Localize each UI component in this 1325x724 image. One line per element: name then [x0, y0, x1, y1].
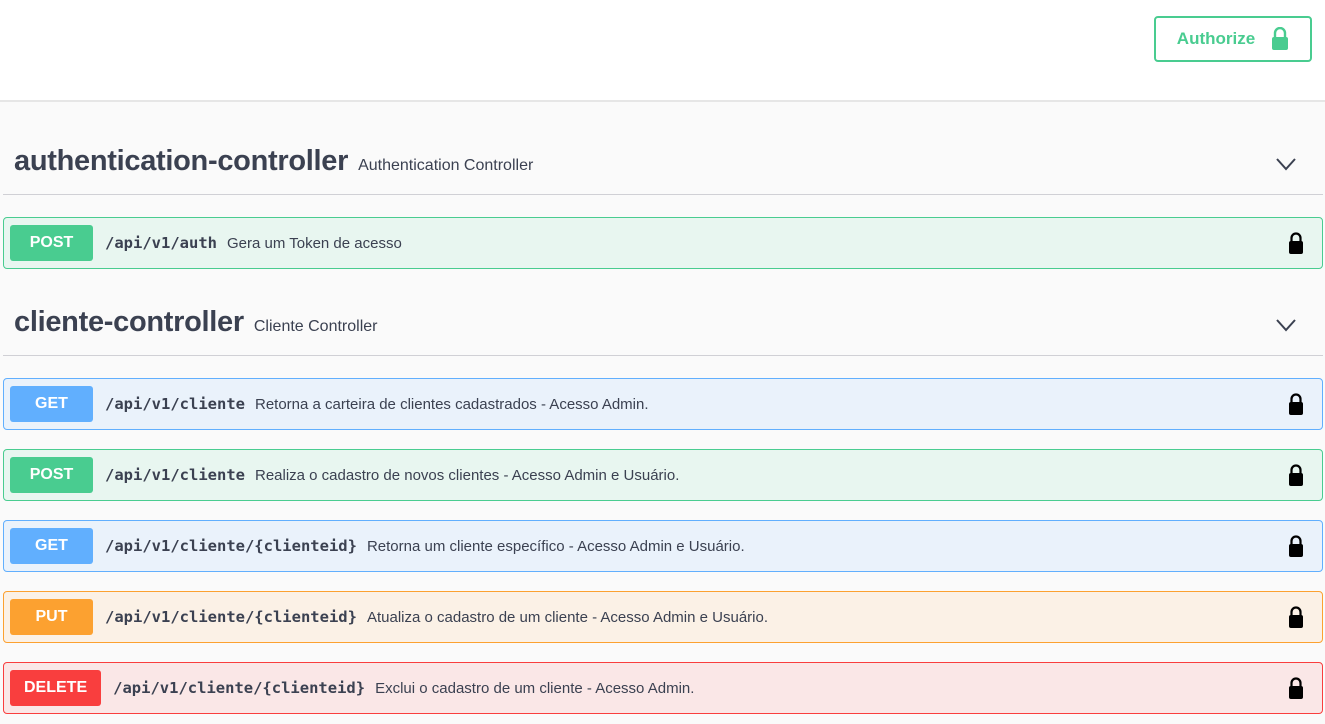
operation-path: /api/v1/auth [105, 234, 217, 252]
operation-summary: Gera um Token de acesso [226, 234, 402, 252]
operation-get-cliente-by-id[interactable]: GET /api/v1/cliente/{clienteid} Retorna … [3, 520, 1323, 572]
operation-summary: Atualiza o cadastro de um cliente - Aces… [366, 608, 769, 626]
method-badge: DELETE [10, 670, 102, 706]
tag-authentication-controller[interactable]: authentication-controller Authentication… [3, 145, 1323, 195]
operation-post-cliente[interactable]: POST /api/v1/cliente Realiza o cadastro … [3, 449, 1323, 501]
operation-put-cliente[interactable]: PUT /api/v1/cliente/{clienteid} Atualiza… [3, 591, 1323, 643]
operation-post-auth[interactable]: POST /api/v1/auth Gera um Token de acess… [3, 217, 1323, 269]
operation-summary: Retorna a carteira de clientes cadastrad… [254, 395, 649, 413]
operation-path: /api/v1/cliente [105, 395, 245, 413]
lock-icon[interactable] [1288, 463, 1304, 487]
operation-path: /api/v1/cliente/{clienteid} [113, 679, 366, 697]
operation-path: /api/v1/cliente/{clienteid} [105, 608, 357, 626]
authorize-label: Authorize [1176, 29, 1256, 48]
operation-get-clientes[interactable]: GET /api/v1/cliente Retorna a carteira d… [3, 378, 1323, 430]
operation-path: /api/v1/cliente/{clienteid} [105, 537, 357, 555]
chevron-down-icon[interactable] [1275, 157, 1297, 171]
method-badge: GET [10, 386, 93, 422]
method-badge: PUT [10, 599, 93, 635]
tag-description: Authentication Controller [358, 157, 534, 174]
lock-icon[interactable] [1288, 676, 1304, 700]
method-badge: POST [10, 225, 93, 261]
lock-icon[interactable] [1288, 231, 1304, 255]
method-badge: POST [10, 457, 93, 493]
tag-title: authentication-controller [14, 145, 349, 177]
tag-description: Cliente Controller [253, 318, 378, 335]
authorize-button[interactable]: Authorize [1154, 16, 1312, 62]
lock-icon[interactable] [1288, 534, 1304, 558]
operation-summary: Exclui o cadastro de um cliente - Acesso… [375, 679, 695, 697]
lock-icon[interactable] [1288, 605, 1304, 629]
operation-summary: Retorna um cliente específico - Acesso A… [366, 537, 745, 555]
tag-cliente-controller[interactable]: cliente-controller Cliente Controller [3, 306, 1323, 356]
lock-icon [1272, 27, 1289, 50]
method-badge: GET [10, 528, 93, 564]
operation-delete-cliente[interactable]: DELETE /api/v1/cliente/{clienteid} Exclu… [3, 662, 1323, 714]
top-bar: Authorize [0, 0, 1325, 102]
lock-icon[interactable] [1288, 392, 1304, 416]
chevron-down-icon[interactable] [1275, 318, 1297, 332]
operation-path: /api/v1/cliente [105, 466, 245, 484]
operation-summary: Realiza o cadastro de novos clientes - A… [254, 466, 680, 484]
tag-title: cliente-controller [14, 306, 244, 338]
